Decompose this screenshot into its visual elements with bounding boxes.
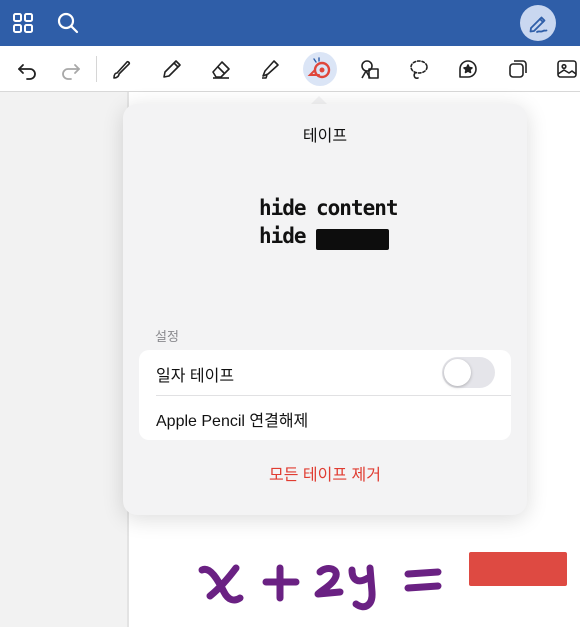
redo-icon[interactable]	[56, 54, 86, 84]
pencil-disconnect-row[interactable]: Apple Pencil 연결해제	[139, 395, 511, 440]
settings-section-label: 설정	[155, 329, 179, 344]
preview-word-content: content	[316, 196, 399, 220]
remove-all-tape-button[interactable]: 모든 테이프 제거	[123, 461, 527, 485]
straight-tape-label: 일자 테이프	[156, 368, 235, 385]
elements-icon[interactable]	[503, 54, 533, 84]
tape-icon[interactable]	[303, 52, 337, 86]
toggle-knob	[444, 359, 471, 386]
eraser-icon[interactable]	[206, 54, 236, 84]
shapes-icon[interactable]	[355, 54, 385, 84]
sticker-icon[interactable]	[453, 54, 483, 84]
canvas-margin	[0, 92, 128, 627]
tape-redaction[interactable]	[469, 552, 567, 586]
preview-tape-block	[316, 229, 389, 250]
tape-preview: hide content hide	[259, 196, 399, 252]
popover-title: 테이프	[302, 128, 348, 145]
tape-popover: 테이프 hide content hide 설정 일자 테이프 Apple Pe…	[123, 104, 527, 515]
toolbar-divider	[96, 56, 97, 82]
straight-tape-row: 일자 테이프	[139, 350, 511, 396]
brush-icon[interactable]	[107, 54, 137, 84]
pencil-icon[interactable]	[157, 54, 187, 84]
handwritten-equation	[198, 564, 442, 611]
straight-tape-toggle[interactable]	[442, 357, 495, 388]
undo-icon[interactable]	[12, 54, 42, 84]
pencil-disconnect-label: Apple Pencil 연결해제	[156, 413, 309, 430]
preview-word-hide: hide	[259, 196, 307, 220]
lasso-icon[interactable]	[404, 54, 434, 84]
image-icon[interactable]	[552, 54, 580, 84]
highlighter-icon[interactable]	[255, 54, 285, 84]
search-icon[interactable]	[53, 8, 83, 38]
pen-profile-icon[interactable]	[520, 5, 556, 41]
preview-word-hide-2: hide	[259, 224, 307, 248]
grid-icon[interactable]	[8, 8, 38, 38]
toolbar	[0, 46, 580, 92]
settings-card: 일자 테이프 Apple Pencil 연결해제	[139, 350, 511, 440]
top-bar	[0, 0, 580, 46]
